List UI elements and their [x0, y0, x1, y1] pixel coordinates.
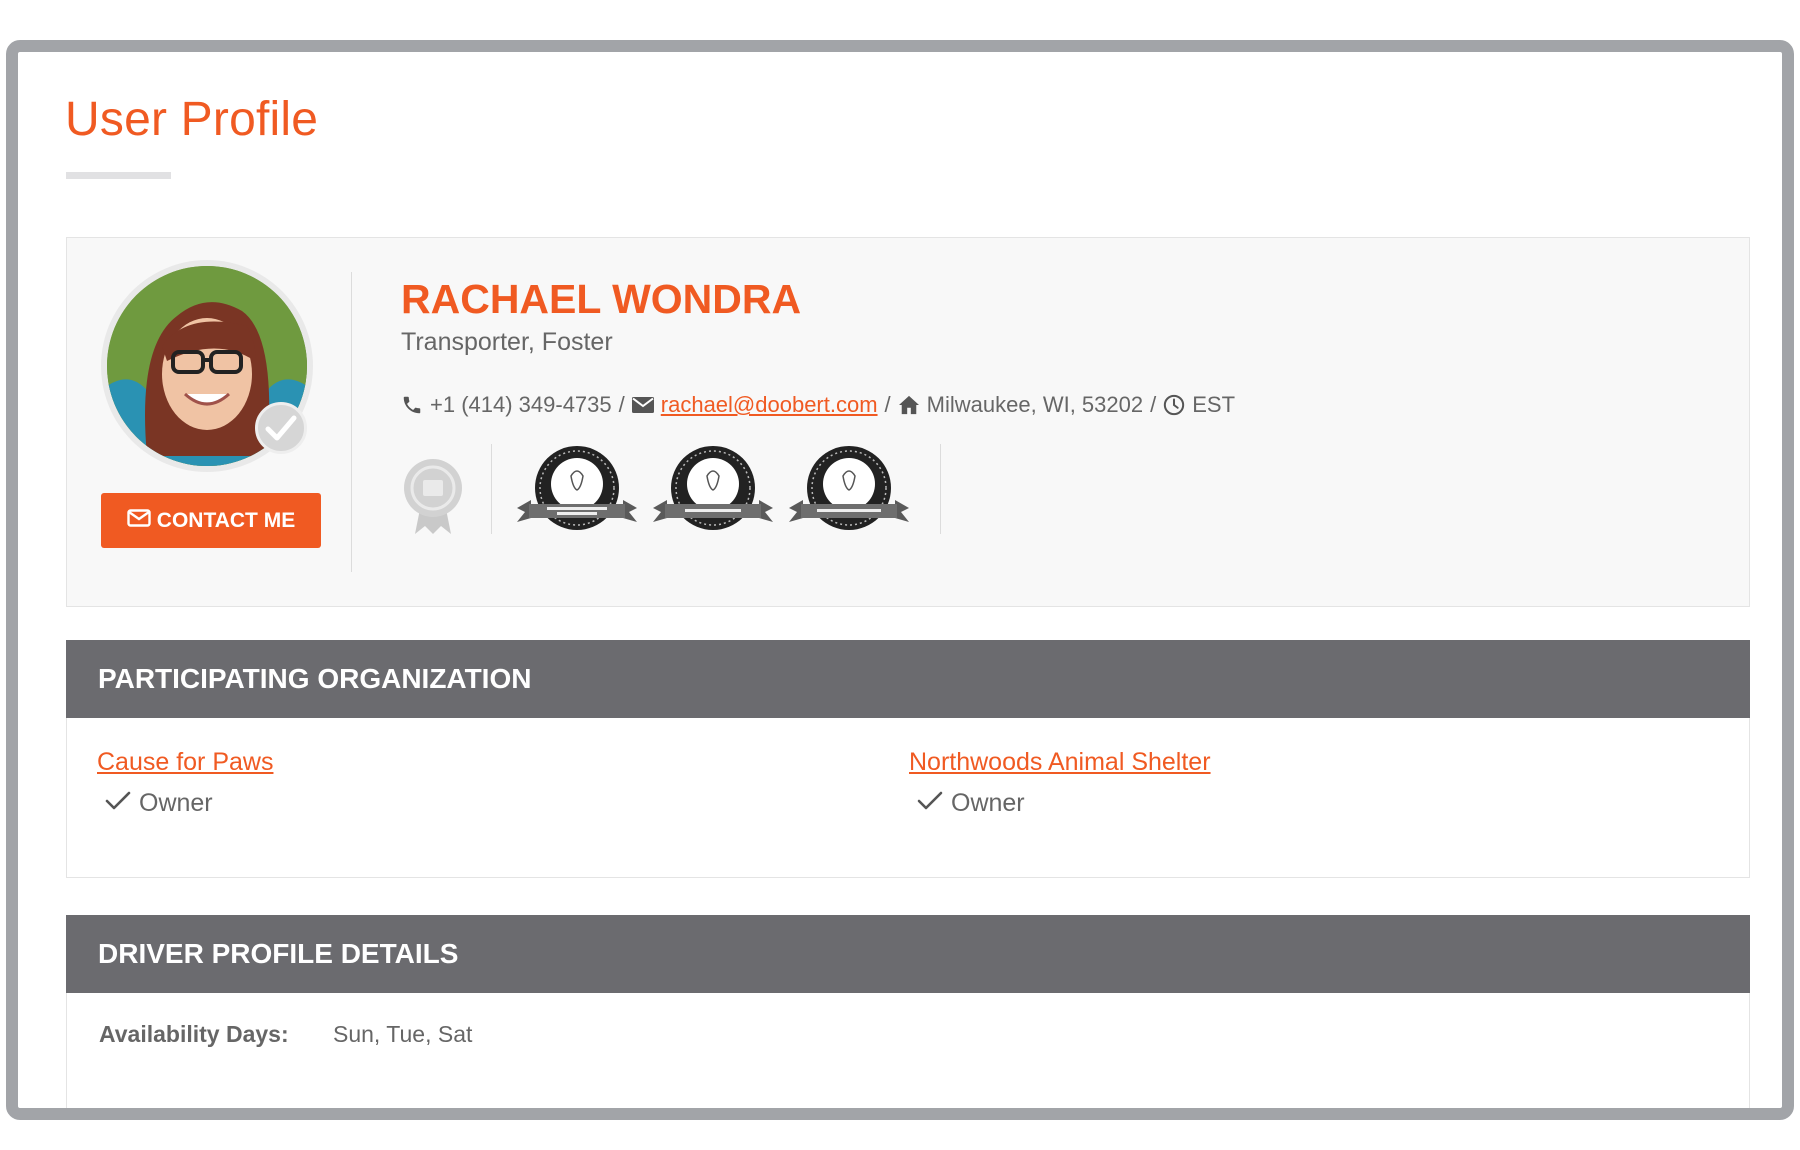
phone-number: +1 (414) 349-4735: [430, 392, 612, 417]
driver-section-body: Availability Days: Sun, Tue, Sat: [66, 993, 1750, 1108]
driver-section-header: DRIVER PROFILE DETAILS: [66, 915, 1750, 993]
organization-link[interactable]: Cause for Paws: [97, 748, 273, 777]
organization-item: Northwoods Animal Shelter Owner: [909, 748, 1211, 818]
contact-info-line: +1 (414) 349-4735 / rachael@doobert.com …: [401, 392, 1235, 418]
separator: /: [1150, 392, 1157, 417]
organization-role: Owner: [909, 789, 1211, 818]
profile-name: RACHAEL WONDRA: [401, 276, 802, 322]
profile-card: CONTACT ME RACHAEL WONDRA Transporter, F…: [66, 237, 1750, 607]
organization-role: Owner: [97, 789, 273, 818]
certified-foster-home-badge: [653, 444, 773, 539]
verified-check-icon: [255, 402, 307, 454]
availability-label: Availability Days:: [99, 1021, 289, 1047]
organization-link[interactable]: Northwoods Animal Shelter: [909, 748, 1211, 777]
clock-icon: [1163, 394, 1185, 416]
timezone: EST: [1192, 392, 1236, 417]
contact-me-button[interactable]: CONTACT ME: [101, 493, 321, 548]
organization-item: Cause for Paws Owner: [97, 748, 273, 818]
browser-window-frame: User Profile CONTACT ME RACHAEL WONDRA T…: [6, 40, 1794, 1120]
contact-me-label: CONTACT ME: [156, 508, 296, 532]
vertical-divider: [351, 272, 352, 572]
availability-value: Sun, Tue, Sat: [333, 1021, 473, 1047]
envelope-icon: [127, 508, 151, 533]
mail-icon: [631, 397, 654, 413]
phone-icon: [401, 394, 423, 416]
availability-row: Availability Days: Sun, Tue, Sat: [99, 1021, 472, 1048]
organizations-section-header: PARTICIPATING ORGANIZATION: [66, 640, 1750, 718]
badge-divider: [491, 444, 492, 534]
certified-animal-rescue-transporter-badge: [517, 444, 637, 539]
ribbon-badge-icon: [401, 456, 465, 541]
page-title: User Profile: [65, 93, 319, 146]
location: Milwaukee, WI, 53202: [926, 392, 1144, 417]
separator: /: [884, 392, 891, 417]
checkmark-icon: [105, 789, 131, 818]
badge-divider: [940, 444, 941, 534]
certified-tnr-professional-badge: [789, 444, 909, 539]
profile-roles: Transporter, Foster: [401, 328, 613, 356]
organizations-section-body: Cause for Paws Owner Northwoods Animal S…: [66, 718, 1750, 878]
email-link[interactable]: rachael@doobert.com: [661, 392, 878, 418]
organization-role-label: Owner: [951, 789, 1025, 817]
home-icon: [898, 395, 920, 415]
title-underline: [66, 172, 171, 179]
separator: /: [618, 392, 625, 417]
checkmark-icon: [917, 789, 943, 818]
organization-role-label: Owner: [139, 789, 213, 817]
